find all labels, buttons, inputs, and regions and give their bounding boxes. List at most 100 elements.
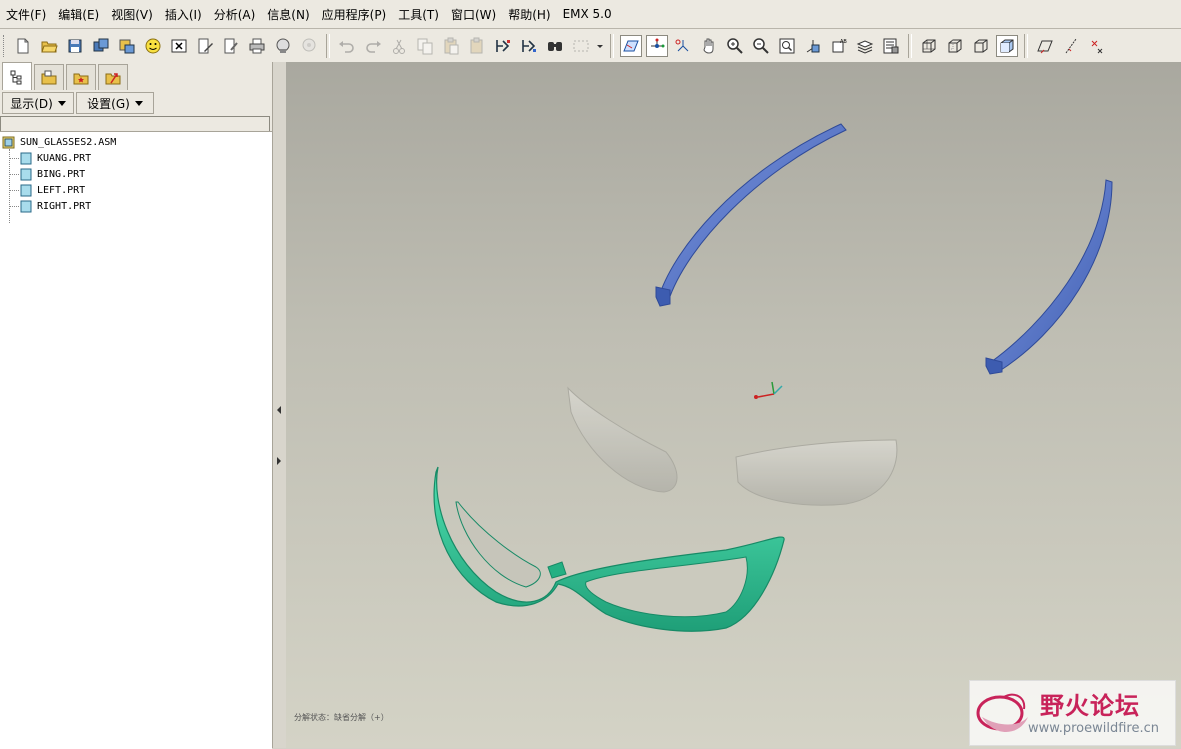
- refit-icon[interactable]: [776, 35, 798, 57]
- part-icon: [20, 152, 32, 164]
- settings-dropdown[interactable]: 设置(G): [76, 92, 154, 114]
- favorites-icon[interactable]: [66, 64, 96, 90]
- zoom-in-icon[interactable]: [724, 35, 746, 57]
- lens-right[interactable]: [735, 439, 898, 506]
- part-icon: [20, 184, 32, 196]
- temple-right[interactable]: [985, 179, 1113, 375]
- watermark: 野火论坛 www.proewildfire.cn: [969, 680, 1176, 746]
- no-hidden-icon[interactable]: [970, 35, 992, 57]
- main-toolbar: AB: [0, 29, 1181, 63]
- toolbar-separator: [1024, 33, 1028, 58]
- save-copy-icon[interactable]: [90, 35, 112, 57]
- menu-insert[interactable]: 插入(I): [159, 6, 208, 23]
- tree-item-label: KUANG.PRT: [37, 152, 92, 164]
- tree-item-label: LEFT.PRT: [37, 184, 86, 196]
- axis-icon[interactable]: [646, 34, 668, 57]
- expand-arrow-icon[interactable]: [276, 457, 282, 465]
- cut-icon[interactable]: [388, 35, 410, 57]
- chevron-down-icon: [134, 100, 143, 106]
- toolbar-separator: [908, 33, 912, 58]
- datum-plane-icon[interactable]: [620, 34, 642, 57]
- layers-icon[interactable]: [854, 35, 876, 57]
- tree-filter-bar[interactable]: [0, 116, 270, 132]
- regenerate-icon[interactable]: [492, 35, 514, 57]
- collapse-arrow-icon[interactable]: [276, 406, 282, 414]
- assembly-icon: [2, 136, 15, 149]
- tree-item-label: RIGHT.PRT: [37, 200, 92, 212]
- backup-icon[interactable]: [116, 35, 138, 57]
- tree-item-part[interactable]: RIGHT.PRT: [20, 198, 91, 214]
- save-icon[interactable]: [64, 35, 86, 57]
- tree-item-assembly[interactable]: SUN_GLASSES2.ASM: [2, 134, 116, 150]
- select-dropdown-icon[interactable]: [596, 35, 604, 57]
- toolbar-grip[interactable]: [3, 34, 7, 57]
- disabled-icon[interactable]: [298, 35, 320, 57]
- wireframe-icon[interactable]: [918, 35, 940, 57]
- menu-edit[interactable]: 编辑(E): [52, 6, 105, 23]
- csys-glyph: [754, 381, 783, 399]
- menu-analysis[interactable]: 分析(A): [208, 6, 262, 23]
- axis-display-icon[interactable]: [1060, 35, 1082, 57]
- copy-icon[interactable]: [414, 35, 436, 57]
- tree-connector: [9, 158, 19, 159]
- temple-left[interactable]: [655, 123, 847, 307]
- part-icon: [20, 200, 32, 212]
- point-display-icon[interactable]: [1086, 35, 1108, 57]
- tree-connector: [9, 174, 19, 175]
- tree-item-part[interactable]: LEFT.PRT: [20, 182, 85, 198]
- open-icon[interactable]: [38, 35, 60, 57]
- svg-text:AB: AB: [840, 39, 847, 45]
- send-icon[interactable]: [272, 35, 294, 57]
- named-views-icon[interactable]: AB: [828, 35, 850, 57]
- view-manager-icon[interactable]: [880, 35, 902, 57]
- display-dropdown[interactable]: 显示(D): [2, 92, 74, 114]
- edit-text-icon[interactable]: [194, 35, 216, 57]
- csys-icon[interactable]: [672, 35, 694, 57]
- menu-help[interactable]: 帮助(H): [502, 6, 556, 23]
- plane-display-icon[interactable]: [1034, 35, 1056, 57]
- tree-item-label: BING.PRT: [37, 168, 86, 180]
- panel-splitter[interactable]: [272, 62, 287, 748]
- menu-applications[interactable]: 应用程序(P): [316, 6, 393, 23]
- smiley-icon[interactable]: [142, 35, 164, 57]
- menu-tools[interactable]: 工具(T): [392, 6, 445, 23]
- menu-file[interactable]: 文件(F): [0, 6, 52, 23]
- shading-icon[interactable]: [996, 34, 1018, 57]
- print-preview-icon[interactable]: [220, 35, 242, 57]
- zoom-out-icon[interactable]: [750, 35, 772, 57]
- undo-icon[interactable]: [336, 35, 358, 57]
- lens-left[interactable]: [567, 386, 678, 493]
- watermark-url: www.proewildfire.cn: [1028, 721, 1159, 736]
- paste-icon[interactable]: [440, 35, 462, 57]
- tree-item-part[interactable]: KUANG.PRT: [20, 150, 91, 166]
- menu-view[interactable]: 视图(V): [105, 6, 159, 23]
- model-canvas: [433, 123, 1113, 632]
- pan-icon[interactable]: [698, 35, 720, 57]
- navigator-controls: 显示(D) 设置(G): [0, 92, 272, 114]
- glasses-frame[interactable]: [433, 466, 785, 632]
- paste-special-icon[interactable]: [466, 35, 488, 57]
- close-window-icon[interactable]: [168, 35, 190, 57]
- menu-window[interactable]: 窗口(W): [445, 6, 502, 23]
- print-icon[interactable]: [246, 35, 268, 57]
- navigator-panel: 显示(D) 设置(G) SUN_GLASSES2.ASM KUANG.PRT B…: [0, 62, 272, 749]
- menu-info[interactable]: 信息(N): [261, 6, 315, 23]
- tree-item-part[interactable]: BING.PRT: [20, 166, 85, 182]
- select-box-icon[interactable]: [570, 35, 592, 57]
- model-tree-icon[interactable]: [2, 62, 32, 90]
- tree-connector: [9, 206, 19, 207]
- menu-bar: 文件(F) 编辑(E) 视图(V) 插入(I) 分析(A) 信息(N) 应用程序…: [0, 0, 1181, 29]
- search-icon[interactable]: [544, 35, 566, 57]
- redo-icon[interactable]: [362, 35, 384, 57]
- reorient-icon[interactable]: [802, 35, 824, 57]
- hidden-line-icon[interactable]: [944, 35, 966, 57]
- settings-dropdown-label: 设置(G): [87, 96, 130, 111]
- navigator-tabs: [0, 62, 272, 90]
- menu-emx[interactable]: EMX 5.0: [557, 7, 618, 21]
- tree-connector: [9, 190, 19, 191]
- new-icon[interactable]: [12, 35, 34, 57]
- regen-manager-icon[interactable]: [518, 35, 540, 57]
- folder-browser-icon[interactable]: [34, 64, 64, 90]
- connections-icon[interactable]: [98, 64, 128, 90]
- graphics-window[interactable]: 分解状态：缺省分解（+） 野火论坛 www.proewildfire.cn: [286, 62, 1181, 748]
